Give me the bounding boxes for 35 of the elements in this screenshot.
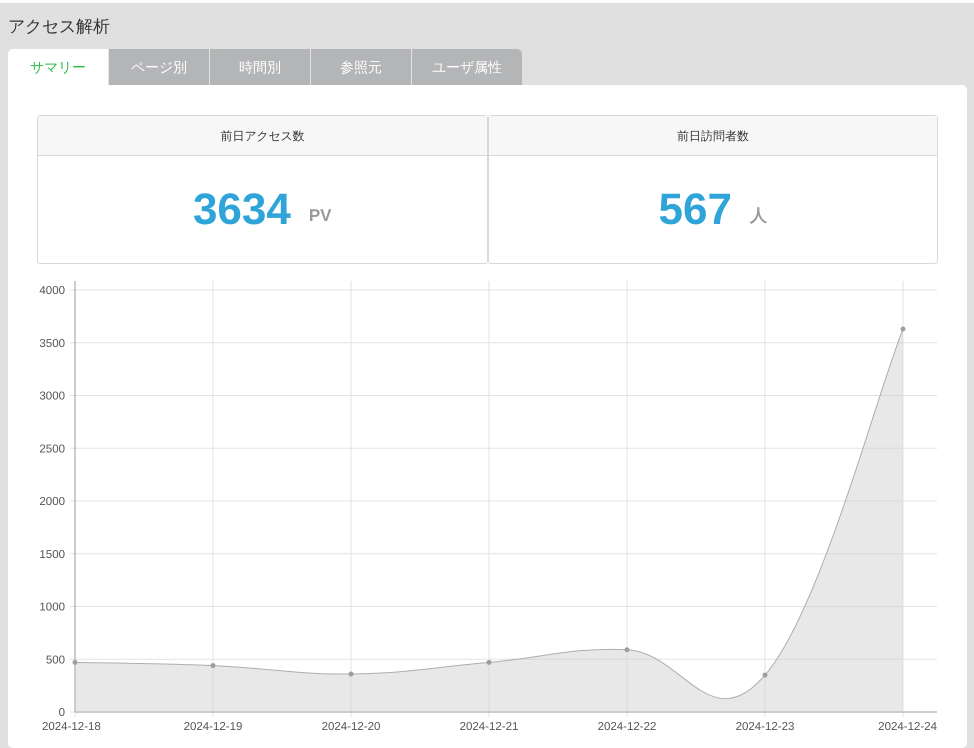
y-tick-label: 1500: [39, 548, 65, 561]
y-tick-label: 3500: [39, 338, 65, 350]
data-point: [486, 660, 492, 665]
data-point: [762, 672, 768, 678]
data-point: [624, 647, 630, 652]
x-tick-label: 2024-12-19: [184, 721, 242, 733]
x-tick-label: 2024-12-18: [42, 721, 101, 733]
x-tick-label: 2024-12-21: [460, 721, 518, 733]
y-tick-label: 2000: [39, 496, 65, 508]
y-tick-label: 0: [58, 707, 65, 719]
stat-unit: PV: [308, 204, 332, 227]
stat-header: 前日訪問者数: [488, 116, 937, 156]
y-tick-label: 4000: [39, 285, 65, 297]
tab[interactable]: 時間別: [210, 49, 311, 85]
stat-unit: 人: [750, 204, 767, 227]
x-tick-label: 2024-12-24: [878, 721, 937, 733]
stat-value: 567: [658, 184, 732, 236]
x-tick-label: 2024-12-23: [736, 721, 794, 733]
y-tick-label: 1000: [39, 602, 65, 614]
data-point: [348, 672, 354, 677]
tab[interactable]: サマリー: [8, 49, 109, 85]
page-title: アクセス解析: [8, 16, 111, 38]
x-tick-label: 2024-12-20: [322, 721, 380, 733]
tab[interactable]: ユーザ属性: [412, 49, 522, 85]
y-tick-label: 500: [46, 654, 65, 666]
stat-value: 3634: [192, 184, 291, 236]
x-tick-label: 2024-12-22: [598, 721, 656, 733]
stat-header: 前日アクセス数: [38, 116, 486, 156]
tab[interactable]: 参照元: [311, 49, 412, 85]
data-point: [210, 663, 216, 668]
data-point: [900, 326, 906, 332]
tab[interactable]: ページ別: [109, 49, 210, 85]
y-tick-label: 2500: [39, 443, 65, 456]
data-point: [72, 660, 78, 665]
y-tick-label: 3000: [39, 390, 65, 402]
